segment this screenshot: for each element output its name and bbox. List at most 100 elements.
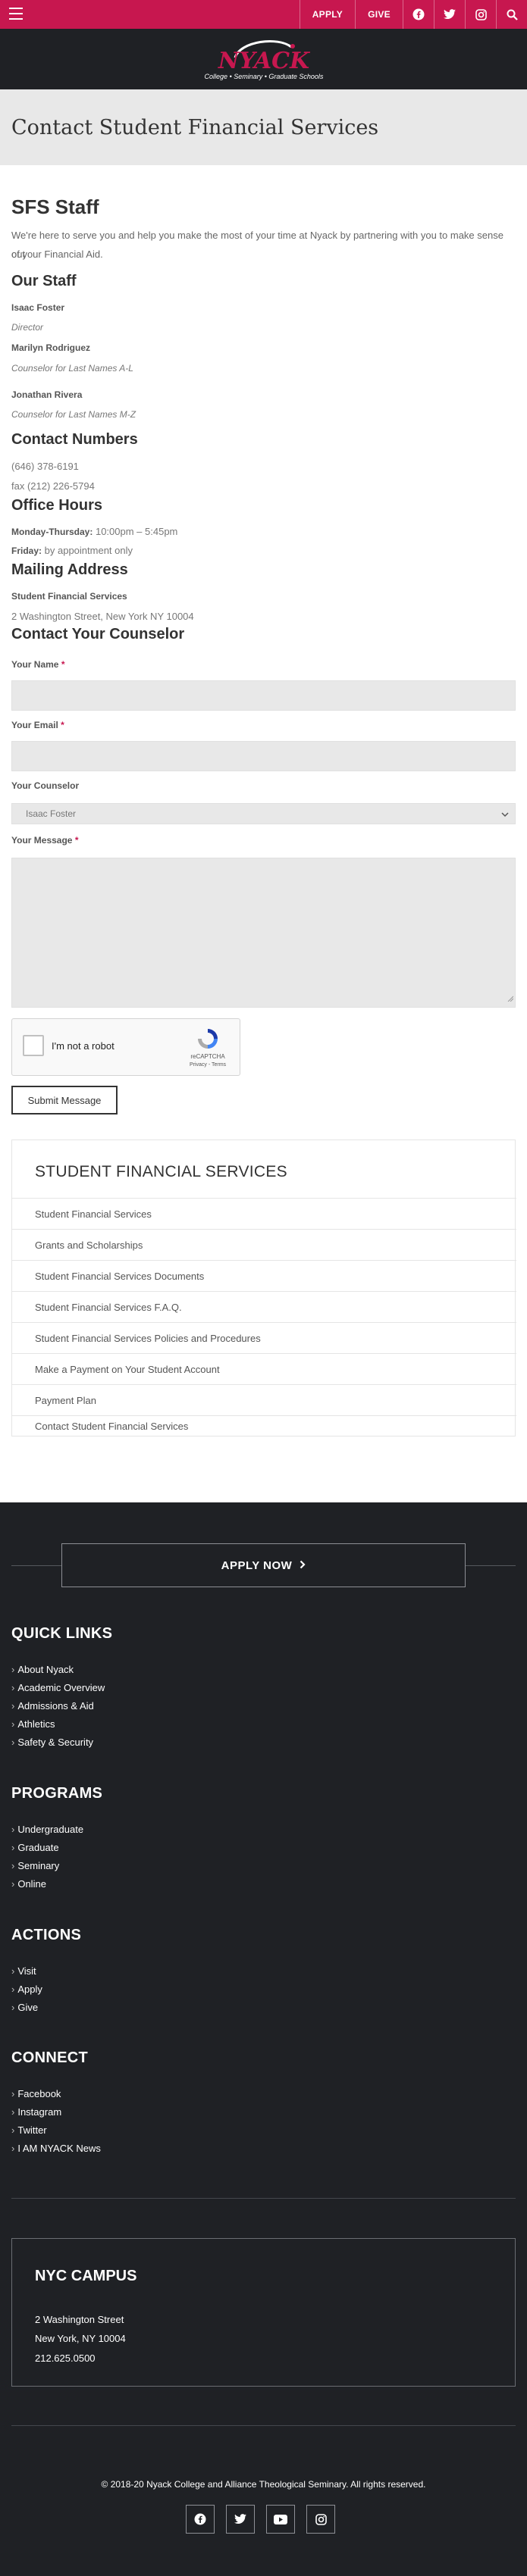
- give-link[interactable]: GIVE: [355, 0, 403, 29]
- site-header: NYACK College • Seminary • Graduate Scho…: [0, 29, 527, 89]
- svg-text:NYACK: NYACK: [218, 48, 311, 74]
- search-icon[interactable]: [496, 0, 527, 29]
- apply-link[interactable]: APPLY: [299, 0, 355, 29]
- weekday-value: 10:00pm – 5:45pm: [95, 526, 178, 537]
- footer-link[interactable]: › Seminary: [11, 1860, 59, 1871]
- message-textarea[interactable]: [11, 858, 516, 1008]
- chevron-right-icon: [300, 1559, 306, 1572]
- sfs-nav-item[interactable]: Student Financial Services: [12, 1198, 516, 1229]
- counselor-select[interactable]: Isaac Foster: [11, 803, 516, 824]
- recaptcha-checkbox[interactable]: [23, 1035, 44, 1056]
- friday-value: by appointment only: [44, 545, 133, 556]
- twitter-icon[interactable]: [226, 2505, 255, 2534]
- name-label: Your Name *: [11, 659, 65, 670]
- office-hours-heading: Office Hours: [11, 497, 103, 514]
- fax-number: fax (212) 226-5794: [11, 480, 95, 492]
- recaptcha-links[interactable]: Privacy - Terms: [185, 1062, 231, 1068]
- campus-heading: NYC CAMPUS: [35, 2268, 137, 2284]
- footer-link[interactable]: › Twitter: [11, 2124, 47, 2136]
- friday-hours: Friday: by appointment only: [11, 545, 133, 556]
- footer-link[interactable]: › Online: [11, 1878, 46, 1890]
- facebook-icon[interactable]: [403, 0, 434, 29]
- mailing-name: Student Financial Services: [11, 591, 127, 602]
- friday-label: Friday:: [11, 546, 42, 556]
- mailing-street: 2 Washington Street, New York NY 10004: [11, 611, 194, 622]
- footer-link[interactable]: › Graduate: [11, 1842, 59, 1853]
- sfs-nav-item[interactable]: Student Financial Services Documents: [12, 1260, 516, 1291]
- footer-link[interactable]: › Academic Overview: [11, 1682, 105, 1693]
- footer-link[interactable]: › Athletics: [11, 1718, 55, 1730]
- programs-heading: PROGRAMS: [11, 1785, 103, 1802]
- campus-box: NYC CAMPUS 2 Washington Street New York,…: [11, 2238, 516, 2387]
- footer-link[interactable]: › I AM NYACK News: [11, 2143, 101, 2154]
- recaptcha-label: I'm not a robot: [52, 1040, 114, 1052]
- footer-link[interactable]: › About Nyack: [11, 1664, 74, 1675]
- sfs-nav-item[interactable]: Grants and Scholarships: [12, 1229, 516, 1260]
- campus-street: 2 Washington Street: [35, 2314, 124, 2325]
- sfs-nav-item[interactable]: Make a Payment on Your Student Account: [12, 1353, 516, 1384]
- sfs-nav-item[interactable]: Student Financial Services Policies and …: [12, 1322, 516, 1353]
- footer-link[interactable]: › Give: [11, 2002, 38, 2013]
- footer-link[interactable]: › Safety & Security: [11, 1737, 93, 1748]
- counselor-label: Your Counselor: [11, 780, 80, 791]
- intro-text-line-2: of your Financial Aid.: [11, 249, 103, 260]
- svg-text:College • Seminary • Graduate: College • Seminary • Graduate Schools: [205, 73, 324, 80]
- top-bar: APPLY GIVE: [0, 0, 527, 29]
- sfs-nav-title: STUDENT FINANCIAL SERVICES: [35, 1163, 287, 1180]
- sfs-staff-heading: SFS Staff: [11, 195, 99, 218]
- footer-link[interactable]: › Instagram: [11, 2106, 61, 2118]
- recaptcha-widget: I'm not a robot reCAPTCHA Privacy - Term…: [11, 1018, 240, 1076]
- email-input[interactable]: [11, 741, 516, 771]
- quick-links-heading: QUICK LINKS: [11, 1625, 113, 1642]
- weekday-hours: Monday-Thursday: 10:00pm – 5:45pm: [11, 526, 177, 537]
- twitter-icon[interactable]: [434, 0, 465, 29]
- actions-heading: ACTIONS: [11, 1927, 82, 1943]
- facebook-icon[interactable]: [186, 2505, 215, 2534]
- sfs-nav-box: STUDENT FINANCIAL SERVICES Student Finan…: [11, 1140, 516, 1436]
- page-hero: Contact Student Financial Services: [0, 89, 527, 165]
- footer-link[interactable]: › Undergraduate: [11, 1824, 83, 1835]
- site-footer: APPLY NOW QUICK LINKS › About Nyack › Acad…: [0, 1502, 527, 2576]
- top-nav: APPLY GIVE: [299, 0, 527, 29]
- staff-role: Director: [11, 322, 44, 333]
- footer-divider: [11, 2425, 516, 2426]
- staff-name: Jonathan Rivera: [11, 389, 83, 400]
- resize-handle-icon[interactable]: [507, 992, 514, 1005]
- menu-icon[interactable]: [9, 8, 23, 20]
- contact-counselor-heading: Contact Your Counselor: [11, 626, 185, 642]
- submit-button[interactable]: Submit Message: [11, 1086, 118, 1114]
- footer-link[interactable]: › Admissions & Aid: [11, 1700, 94, 1712]
- page-title: Contact Student Financial Services: [11, 116, 379, 139]
- email-label: Your Email *: [11, 720, 64, 730]
- footer-link[interactable]: › Facebook: [11, 2088, 61, 2099]
- sfs-nav-item[interactable]: Contact Student Financial Services: [12, 1415, 516, 1436]
- counselor-selected-value: Isaac Foster: [26, 808, 77, 819]
- campus-phone[interactable]: 212.625.0500: [35, 2352, 96, 2364]
- campus-city: New York, NY 10004: [35, 2333, 126, 2344]
- staff-name: Marilyn Rodriguez: [11, 342, 91, 353]
- recaptcha-brand: reCAPTCHA: [190, 1053, 225, 1060]
- sfs-nav-item[interactable]: Student Financial Services F.A.Q.: [12, 1291, 516, 1322]
- instagram-icon[interactable]: [465, 0, 496, 29]
- staff-role: Counselor for Last Names M-Z: [11, 409, 136, 420]
- youtube-icon[interactable]: [266, 2505, 295, 2534]
- message-label: Your Message *: [11, 835, 79, 846]
- name-input[interactable]: [11, 680, 516, 711]
- footer-link[interactable]: › Apply: [11, 1984, 42, 1995]
- copyright: © 2018-20 Nyack College and Alliance The…: [101, 2479, 426, 2490]
- footer-divider: [11, 2198, 516, 2199]
- connect-heading: CONNECT: [11, 2049, 88, 2066]
- apply-divider-left: [11, 1565, 61, 1566]
- phone-number[interactable]: (646) 378-6191: [11, 461, 79, 472]
- apply-now-button[interactable]: APPLY NOW: [61, 1543, 466, 1587]
- staff-name: Isaac Foster: [11, 302, 65, 313]
- sfs-nav-item[interactable]: Payment Plan: [12, 1384, 516, 1415]
- apply-divider-right: [466, 1565, 516, 1566]
- instagram-icon[interactable]: [306, 2505, 335, 2534]
- our-staff-heading: Our Staff: [11, 273, 77, 289]
- footer-link[interactable]: › Visit: [11, 1965, 36, 1977]
- staff-role: Counselor for Last Names A-L: [11, 363, 133, 374]
- chevron-down-icon: [501, 810, 509, 821]
- recaptcha-logo-icon: [196, 1027, 220, 1055]
- nyack-logo[interactable]: NYACK College • Seminary • Graduate Scho…: [199, 36, 329, 83]
